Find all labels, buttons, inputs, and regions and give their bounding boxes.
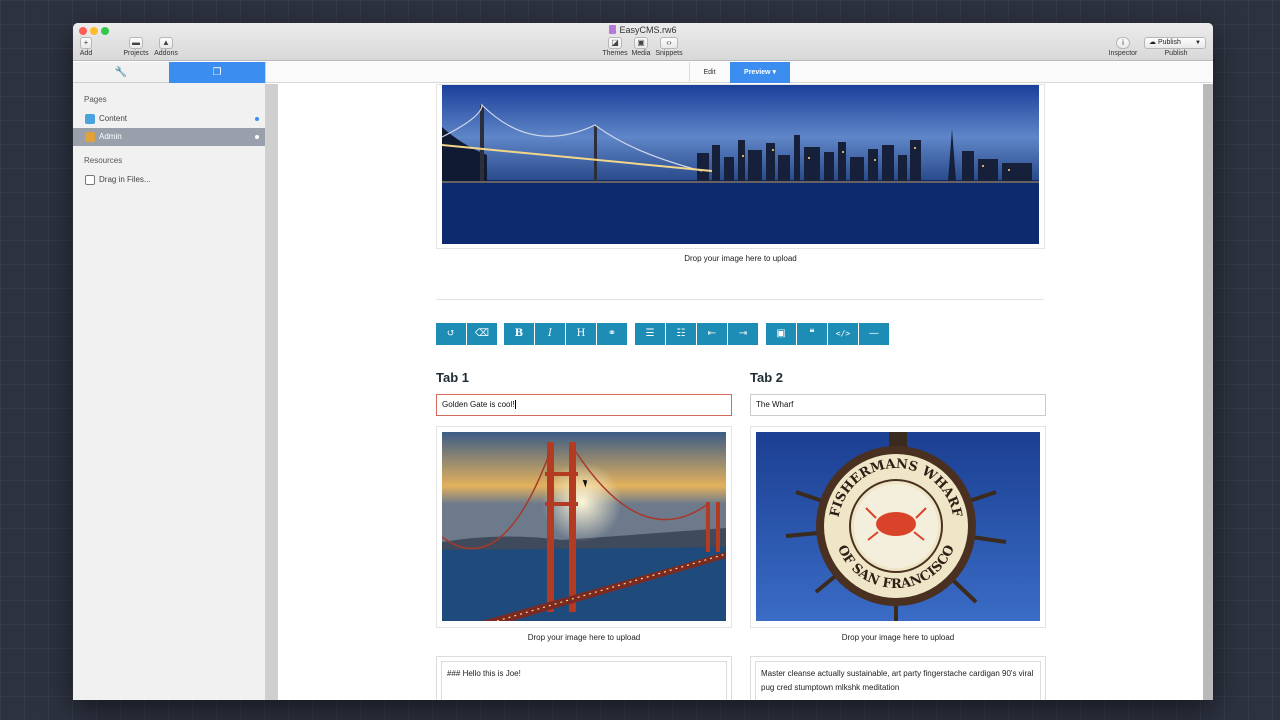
divider bbox=[436, 299, 1044, 300]
code-icon[interactable]: </> bbox=[828, 323, 858, 345]
inspector-button[interactable]: i Inspector bbox=[1106, 37, 1140, 57]
themes-icon: ◪ bbox=[608, 37, 622, 49]
resources-heading: Resources bbox=[84, 156, 123, 165]
hero-image-dropzone[interactable] bbox=[436, 84, 1045, 249]
tab1-textarea-frame: ### Hello this is Joe! bbox=[436, 656, 732, 700]
status-dot bbox=[255, 117, 259, 121]
addons-button[interactable]: ▲ Addons bbox=[153, 37, 179, 57]
link-icon[interactable]: ⚭ bbox=[597, 323, 627, 345]
bold-icon[interactable]: B bbox=[504, 323, 534, 345]
plus-icon: + bbox=[80, 37, 92, 49]
media-icon: ▣ bbox=[634, 37, 648, 49]
tab1-image-caption: Drop your image here to upload bbox=[527, 633, 641, 642]
tab1-title: Tab 1 bbox=[436, 370, 469, 385]
tab2-textarea-frame: Master cleanse actually sustainable, art… bbox=[750, 656, 1046, 700]
title-bar: EasyCMS.rw6 + Add ▬ Projects ▲ Addons ◪ … bbox=[73, 23, 1213, 61]
themes-button[interactable]: ◪ Themes bbox=[602, 37, 628, 57]
info-icon: i bbox=[1116, 37, 1130, 49]
italic-icon[interactable]: I bbox=[535, 323, 565, 345]
publish-dropdown[interactable]: ☁ Publish ▼ bbox=[1144, 37, 1206, 49]
page-icon bbox=[85, 114, 95, 124]
tab-settings[interactable]: 🔧 bbox=[73, 62, 169, 83]
wrench-icon: 🔧 bbox=[114, 67, 128, 78]
page-preview: Drop your image here to upload ↺ ⌫ B I H… bbox=[278, 84, 1203, 700]
tab2-title-input[interactable]: The Wharf bbox=[750, 394, 1046, 416]
vertical-scrollbar[interactable] bbox=[1203, 84, 1213, 700]
document-icon bbox=[609, 25, 617, 34]
chevron-down-icon: ▾ bbox=[772, 69, 776, 76]
chevron-down-icon: ▼ bbox=[1195, 40, 1201, 46]
indent-icon[interactable]: ⇥ bbox=[728, 323, 758, 345]
preview-button[interactable]: Preview ▾ bbox=[730, 62, 790, 83]
fishermans-wharf-image: FISHERMANS WHARF OF SAN FRANCISCO bbox=[756, 432, 1040, 621]
pages-icon: ❐ bbox=[212, 67, 222, 78]
sidebar: 🔧 ❐ Pages Content Admin Resources Drag i… bbox=[73, 62, 266, 700]
code-brackets-icon: ‹› bbox=[660, 37, 678, 49]
tab-pages[interactable]: ❐ bbox=[169, 62, 265, 83]
pages-heading: Pages bbox=[84, 95, 107, 104]
quote-icon[interactable]: ❝ bbox=[797, 323, 827, 345]
tab1-image-dropzone[interactable] bbox=[436, 426, 732, 628]
sidebar-tabs: 🔧 ❐ bbox=[73, 62, 265, 83]
projects-button[interactable]: ▬ Projects bbox=[123, 37, 149, 57]
tab1-markdown-textarea[interactable]: ### Hello this is Joe! bbox=[441, 661, 727, 700]
text-caret bbox=[515, 400, 517, 409]
admin-icon bbox=[85, 132, 95, 142]
golden-gate-image bbox=[442, 432, 726, 621]
hero-image-caption: Drop your image here to upload bbox=[684, 254, 797, 263]
edit-button[interactable]: Edit bbox=[689, 62, 729, 83]
undo-icon[interactable]: ↺ bbox=[436, 323, 466, 345]
sidebar-item-admin[interactable]: Admin bbox=[73, 128, 265, 146]
tab2-image-dropzone[interactable]: FISHERMANS WHARF OF SAN FRANCISCO bbox=[750, 426, 1046, 628]
window-title: EasyCMS.rw6 bbox=[73, 25, 1213, 35]
preview-canvas: Drop your image here to upload ↺ ⌫ B I H… bbox=[266, 84, 1213, 700]
sidebar-item-drag-files[interactable]: Drag in Files... bbox=[73, 171, 265, 189]
drag-files-icon bbox=[85, 175, 95, 185]
bay-bridge-image bbox=[442, 85, 1039, 244]
outdent-icon[interactable]: ⇤ bbox=[697, 323, 727, 345]
sidebar-item-content[interactable]: Content bbox=[73, 110, 265, 128]
addons-icon: ▲ bbox=[159, 37, 173, 49]
tab2-markdown-textarea[interactable]: Master cleanse actually sustainable, art… bbox=[755, 661, 1041, 700]
app-window: EasyCMS.rw6 + Add ▬ Projects ▲ Addons ◪ … bbox=[73, 23, 1213, 700]
media-button[interactable]: ▣ Media bbox=[630, 37, 652, 57]
cloud-icon: ☁ bbox=[1149, 39, 1156, 46]
tab1-title-input[interactable]: Golden Gate is cool! bbox=[436, 394, 732, 416]
heading-icon[interactable]: H bbox=[566, 323, 596, 345]
status-dot bbox=[255, 135, 259, 139]
projects-icon: ▬ bbox=[129, 37, 143, 49]
publish-button[interactable]: ☁ Publish ▼ Publish bbox=[1144, 37, 1208, 57]
image-icon[interactable]: ▣ bbox=[766, 323, 796, 345]
bullet-list-icon[interactable]: ☰ bbox=[635, 323, 665, 345]
tab2-image-caption: Drop your image here to upload bbox=[841, 633, 955, 642]
tab2-title: Tab 2 bbox=[750, 370, 783, 385]
edit-preview-bar: Edit Preview ▾ bbox=[266, 62, 1213, 83]
eraser-icon[interactable]: ⌫ bbox=[467, 323, 497, 345]
add-button[interactable]: + Add bbox=[79, 37, 93, 57]
numbered-list-icon[interactable]: ☷ bbox=[666, 323, 696, 345]
horizontal-rule-icon[interactable]: — bbox=[859, 323, 889, 345]
snippets-button[interactable]: ‹› Snippets bbox=[654, 37, 684, 57]
